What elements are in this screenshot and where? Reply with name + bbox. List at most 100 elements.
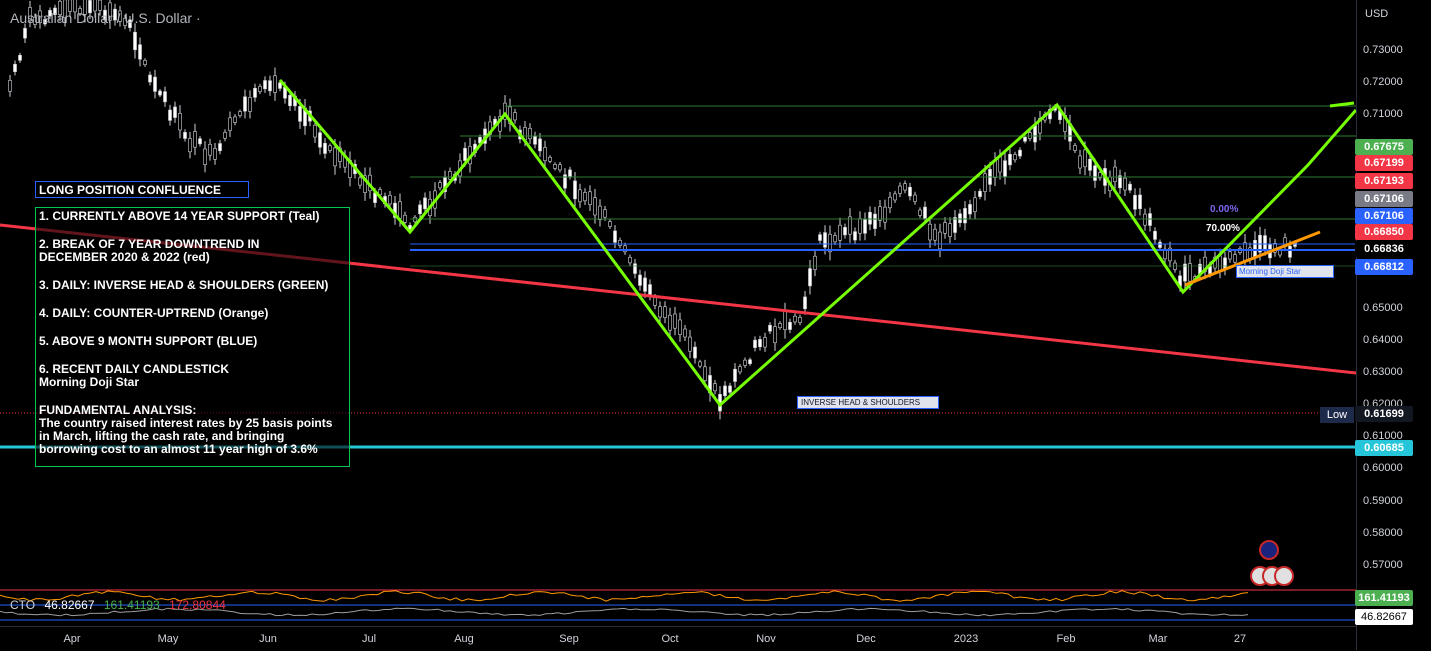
us-flag-icon[interactable] (1274, 566, 1294, 586)
month-label: Sep (559, 633, 579, 645)
price-tag-value: 46.82667 (1361, 611, 1407, 623)
candle-body (1083, 149, 1087, 168)
candle-body (833, 235, 837, 243)
price-tag[interactable]: 0.66836 (1355, 241, 1413, 257)
au-flag-icon[interactable] (1259, 540, 1279, 560)
candle-body (153, 76, 157, 92)
candle-body (763, 337, 767, 348)
price-tag[interactable]: 0.67193 (1355, 173, 1413, 189)
confluence-notes-box[interactable]: 1. CURRENTLY ABOVE 14 YEAR SUPPORT (Teal… (35, 207, 350, 467)
cto-legend[interactable]: CTO 46.82667 161.41193 172.80844 (10, 598, 232, 612)
candle-body (843, 227, 847, 236)
candle-body (148, 74, 152, 83)
candle-body (1158, 241, 1162, 248)
price-tag[interactable]: 0.60685 (1355, 440, 1413, 456)
month-label: Apr (63, 633, 81, 645)
candle-body (213, 148, 217, 160)
price-tag[interactable]: 0.61699 (1355, 406, 1413, 422)
candle-body (868, 212, 872, 225)
candle-body (1138, 194, 1142, 209)
price-tag[interactable]: 0.67199 (1355, 155, 1413, 171)
price-tick: 0.64000 (1363, 334, 1403, 346)
candle-body (1133, 195, 1137, 210)
price-tag[interactable]: 0.66850 (1355, 224, 1413, 240)
morning-doji-star-label[interactable]: Morning Doji Star (1236, 265, 1334, 278)
candle-body (268, 80, 272, 92)
candle-body (223, 132, 227, 139)
candle-body (603, 209, 607, 218)
candle-body (938, 231, 942, 250)
candle-body (1243, 242, 1247, 261)
candle-body (878, 206, 882, 221)
ihs-label[interactable]: INVERSE HEAD & SHOULDERS (797, 396, 939, 409)
month-label: Oct (661, 633, 679, 645)
candle-body (258, 86, 262, 92)
price-tag[interactable]: 46.82667 (1355, 609, 1413, 625)
candle-body (548, 156, 552, 162)
price-axis[interactable]: USD 0.73000 0.72000 0.71000 0.65000 0.64… (1356, 0, 1431, 650)
price-tag-value: 0.66812 (1364, 261, 1404, 273)
candle-body (698, 361, 702, 367)
candle-body (1228, 251, 1232, 260)
candle-body (248, 97, 252, 112)
candle-body (398, 201, 402, 219)
candle-body (703, 366, 707, 381)
candle-body (228, 117, 232, 131)
price-tag[interactable]: 0.66812 (1355, 259, 1413, 275)
currency-label: USD (1365, 8, 1389, 20)
candle-body (253, 88, 257, 98)
note-item-5: 5. ABOVE 9 MONTH SUPPORT (BLUE) (39, 334, 258, 348)
candle-body (273, 75, 277, 93)
candle-body (948, 223, 952, 237)
candle-body (793, 315, 797, 323)
candle-body (788, 322, 792, 330)
candle-body (863, 219, 867, 234)
note-item-4: 4. DAILY: COUNTER-UPTREND (Orange) (39, 306, 269, 320)
month-label: Aug (454, 633, 474, 645)
candle-body (218, 143, 222, 152)
cto-value-3: 172.80844 (169, 598, 226, 612)
candle-body (1008, 154, 1012, 166)
price-tick: 0.63000 (1363, 366, 1403, 378)
candle-body (993, 160, 997, 178)
candle-body (1073, 145, 1077, 151)
candle-body (903, 183, 907, 191)
candle-body (678, 319, 682, 335)
candle-body (968, 204, 972, 215)
price-tag-value: 161.41193 (1358, 592, 1410, 604)
candle-body (448, 171, 452, 180)
candle-body (158, 90, 162, 96)
candle-body (173, 106, 177, 118)
candle-body (803, 296, 807, 310)
price-tag[interactable]: 161.41193 (1355, 590, 1413, 606)
candle-body (983, 173, 987, 192)
candle-body (463, 148, 467, 161)
month-label: Feb (1056, 633, 1076, 645)
candle-body (1263, 235, 1267, 250)
candle-body (188, 138, 192, 153)
candle-body (1128, 183, 1132, 191)
price-tag-value: 0.67199 (1364, 157, 1404, 169)
candle-body (243, 96, 247, 112)
candle-body (323, 142, 327, 154)
candle-body (238, 111, 242, 116)
price-tag[interactable]: 0.67106 (1355, 191, 1413, 207)
candle-body (653, 297, 657, 306)
price-tag[interactable]: 0.67675 (1355, 139, 1413, 155)
candle-body (908, 186, 912, 197)
confluence-header-box[interactable]: LONG POSITION CONFLUENCE (35, 181, 249, 198)
candle-body (318, 132, 322, 148)
candle-body (1218, 255, 1222, 272)
price-tick: 0.57000 (1363, 559, 1403, 571)
candle-body (738, 366, 742, 373)
candle-body (643, 277, 647, 292)
candle-body (578, 189, 582, 203)
candle-body (328, 145, 332, 151)
candle-body (838, 224, 842, 241)
candle-body (1118, 175, 1122, 189)
cto-value-2: 161.41193 (103, 598, 160, 612)
fib-label-70: 70.00% (1206, 223, 1240, 234)
price-tag[interactable]: 0.67106 (1355, 208, 1413, 224)
time-axis[interactable]: Apr May Jun Jul Aug Sep Oct Nov Dec 2023… (0, 626, 1356, 651)
candle-body (1113, 166, 1117, 182)
